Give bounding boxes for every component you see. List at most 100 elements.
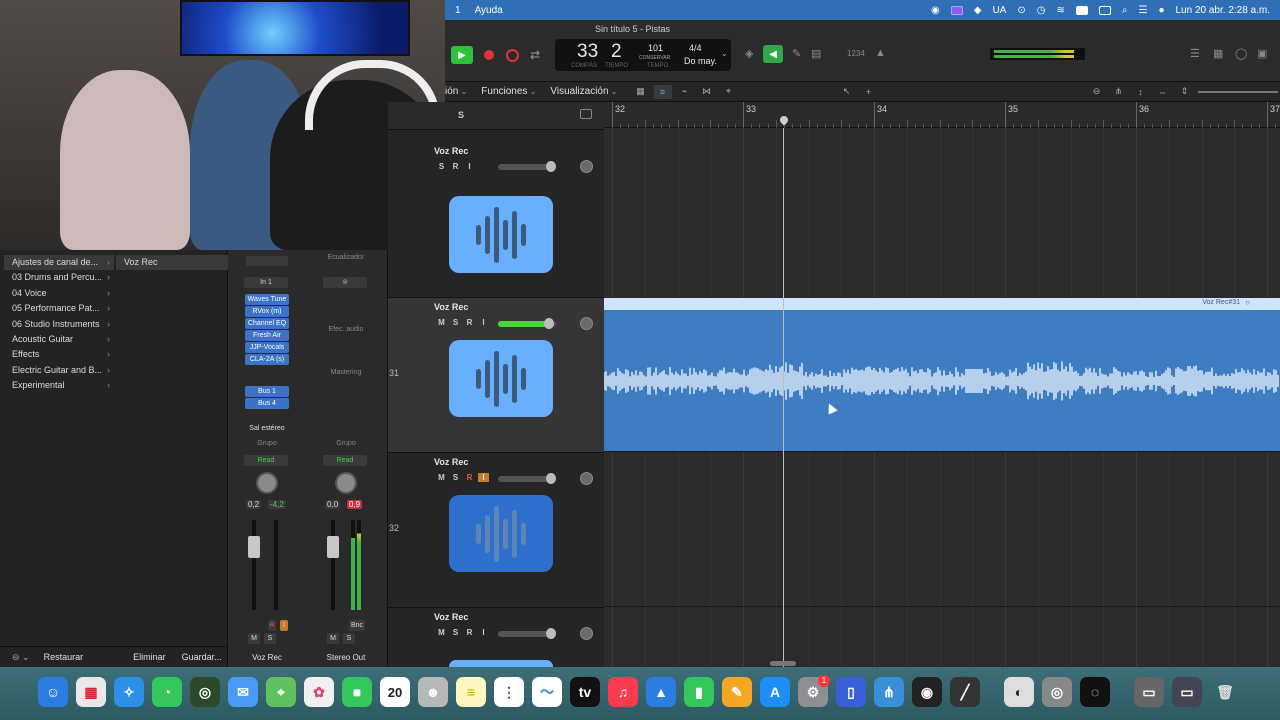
- app-globe-icon[interactable]: ◎: [190, 677, 220, 707]
- send-slot[interactable]: Bus 1: [245, 386, 289, 397]
- pointer-tool-icon[interactable]: ↖: [838, 85, 856, 99]
- wifi-icon[interactable]: ≋: [1056, 5, 1064, 16]
- track-name[interactable]: Voz Rec: [434, 146, 468, 156]
- plugin-slot[interactable]: Fresh Air: [245, 330, 289, 341]
- mute-button[interactable]: M: [436, 318, 447, 327]
- input-monitor-button[interactable]: I: [280, 620, 288, 631]
- audio-region[interactable]: Voz Rec#31 ○: [604, 298, 1280, 451]
- reminders-icon[interactable]: ⋮: [494, 677, 524, 707]
- input-monitor-button[interactable]: I: [478, 473, 489, 482]
- library-item[interactable]: Experimental: [4, 378, 114, 393]
- automation-mode[interactable]: Read: [244, 455, 288, 466]
- lcd-display[interactable]: 33 2 COMPÁS TIEMPO 101 CONSERVAR TEMPO 4…: [555, 39, 731, 71]
- library-item[interactable]: 03 Drums and Percu...: [4, 270, 114, 285]
- input-monitor-button[interactable]: I: [464, 162, 475, 171]
- bounce-button[interactable]: Bnc: [349, 620, 365, 631]
- lcd-chevron-icon[interactable]: ⌄: [721, 49, 728, 58]
- record-enable-button[interactable]: R: [464, 473, 475, 482]
- menubar-clock[interactable]: Lun 20 abr. 2:28 a.m.: [1175, 5, 1270, 16]
- volume-slider[interactable]: [498, 628, 556, 639]
- volume-slider[interactable]: [498, 161, 556, 172]
- language-indicator[interactable]: UA: [992, 5, 1006, 16]
- record-enable-button[interactable]: R: [450, 162, 461, 171]
- global-solo-button[interactable]: S: [458, 110, 464, 120]
- flex-icon[interactable]: ⋈: [698, 85, 716, 99]
- record-enable-button[interactable]: R: [268, 620, 276, 631]
- waveform-zoom-icon[interactable]: ⋔: [1110, 85, 1128, 99]
- display-icon[interactable]: [1098, 5, 1111, 15]
- pan-knob[interactable]: [335, 472, 357, 494]
- list-view-icon[interactable]: ≡: [653, 84, 672, 99]
- volume-slider[interactable]: [498, 318, 556, 329]
- eq-label[interactable]: Ecualizador: [307, 254, 385, 261]
- send-slot[interactable]: Bus 4: [245, 398, 289, 409]
- catch-icon[interactable]: ⌖: [720, 85, 738, 99]
- library-options-icon[interactable]: ⊖ ⌄: [12, 652, 30, 663]
- volume-fader[interactable]: [248, 536, 260, 558]
- volume-fader-track[interactable]: [252, 520, 256, 610]
- disk-utility-icon[interactable]: ◎: [1042, 677, 1072, 707]
- app-icon[interactable]: ◐: [1004, 677, 1034, 707]
- window-thumbnail-icon[interactable]: ▭: [1172, 677, 1202, 707]
- channel-name[interactable]: Stereo Out: [307, 653, 385, 662]
- screen-share-icon[interactable]: [950, 5, 963, 15]
- zoom-menu-icon[interactable]: ⊖: [1088, 85, 1106, 99]
- library-item[interactable]: Acoustic Guitar: [4, 332, 114, 347]
- spotlight-icon[interactable]: ⌕: [1122, 5, 1128, 16]
- region-header[interactable]: Voz Rec#31 ○: [604, 298, 1280, 310]
- volume-value[interactable]: 0,0: [325, 500, 341, 509]
- iphone-mirroring-icon[interactable]: ▯: [836, 677, 866, 707]
- controller-icon[interactable]: ◆: [974, 5, 982, 16]
- time-machine-icon[interactable]: ◷: [1037, 5, 1046, 16]
- mastering-slot[interactable]: Mastering: [307, 369, 385, 376]
- input-monitor-button[interactable]: I: [478, 318, 489, 327]
- browser-icon[interactable]: ▣: [1257, 47, 1267, 60]
- solo-button[interactable]: S: [450, 628, 461, 637]
- control-center-icon[interactable]: ☰: [1138, 5, 1147, 16]
- track-row[interactable]: Voz Rec S R I: [388, 130, 604, 298]
- link-icon[interactable]: ⊚: [323, 277, 367, 288]
- list-editor-icon[interactable]: ☰: [1190, 47, 1200, 60]
- record-button[interactable]: [478, 46, 500, 64]
- keynote-icon[interactable]: ▲: [646, 677, 676, 707]
- playhead[interactable]: [783, 128, 784, 667]
- notes-icon[interactable]: ≡: [456, 677, 486, 707]
- monitor-button[interactable]: ◀: [763, 45, 783, 63]
- volume-slider[interactable]: [498, 473, 556, 484]
- metronome-icon[interactable]: ▲: [875, 47, 886, 59]
- vertical-zoom-icon[interactable]: ↕: [1132, 85, 1150, 99]
- input-slot[interactable]: In 1: [244, 277, 288, 288]
- music-icon[interactable]: ♫: [608, 677, 638, 707]
- eq-thumbnail[interactable]: [246, 256, 288, 266]
- screenshot-thumbnail-icon[interactable]: ▭: [1134, 677, 1164, 707]
- automation-icon[interactable]: ⌁: [676, 85, 694, 99]
- pan-knob[interactable]: [580, 317, 593, 330]
- cycle-button[interactable]: ⇄: [524, 46, 546, 64]
- facetime-icon[interactable]: ■: [342, 677, 372, 707]
- record-enable-button[interactable]: R: [464, 318, 475, 327]
- pages-icon[interactable]: ✎: [722, 677, 752, 707]
- freeform-icon[interactable]: 〜: [532, 677, 562, 707]
- mail-icon[interactable]: ✉: [228, 677, 258, 707]
- mute-button[interactable]: M: [436, 473, 447, 482]
- horizontal-scrollbar[interactable]: [770, 661, 796, 666]
- list-icon[interactable]: ▤: [811, 47, 821, 60]
- add-track-icon[interactable]: [580, 109, 592, 119]
- volume-fader-track[interactable]: [331, 520, 335, 610]
- pan-knob[interactable]: [580, 472, 593, 485]
- solo-button[interactable]: S: [264, 633, 276, 644]
- mute-button[interactable]: M: [248, 633, 260, 644]
- track-name[interactable]: Voz Rec: [434, 457, 468, 467]
- effects-slot[interactable]: Efec. audio: [307, 326, 385, 333]
- grid-icon[interactable]: ▦: [632, 85, 650, 99]
- play-status-icon[interactable]: ⊙: [1017, 5, 1025, 16]
- functions-menu[interactable]: Funciones: [481, 86, 536, 97]
- solo-button[interactable]: S: [343, 633, 355, 644]
- track-name[interactable]: Voz Rec: [434, 612, 468, 622]
- library-item[interactable]: 06 Studio Instruments: [4, 317, 114, 332]
- plugin-slot[interactable]: CLA-2A (s): [245, 354, 289, 365]
- library-selected-patch[interactable]: Voz Rec: [116, 255, 228, 270]
- track-row[interactable]: 32 Voz Rec M S R I: [388, 453, 604, 608]
- arrange-area[interactable]: Voz Rec#31 ○: [604, 128, 1280, 667]
- horizontal-fit-icon[interactable]: ⇔: [1154, 85, 1172, 99]
